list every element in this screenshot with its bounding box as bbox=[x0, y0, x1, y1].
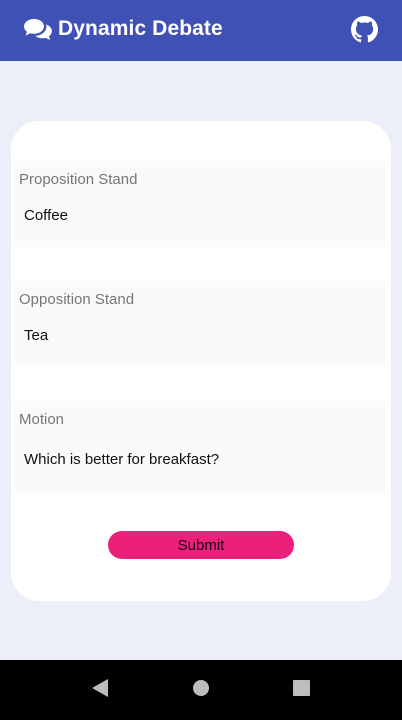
submit-button[interactable]: Submit bbox=[108, 531, 294, 559]
app-bar: Dynamic Debate bbox=[0, 0, 402, 61]
motion-input[interactable] bbox=[24, 449, 376, 469]
motion-field[interactable]: Motion bbox=[14, 401, 386, 493]
app-screen: Dynamic Debate Proposition Stand Opposit… bbox=[0, 0, 402, 720]
opposition-label: Opposition Stand bbox=[19, 291, 135, 308]
opposition-field[interactable]: Opposition Stand bbox=[14, 281, 386, 365]
home-circle-icon[interactable] bbox=[193, 680, 209, 696]
motion-label: Motion bbox=[19, 411, 65, 428]
proposition-input[interactable] bbox=[24, 205, 376, 225]
debate-form-card: Proposition Stand Opposition Stand Motio… bbox=[11, 121, 391, 601]
back-triangle-icon[interactable] bbox=[91, 678, 109, 698]
proposition-field[interactable]: Proposition Stand bbox=[14, 161, 386, 247]
recents-square-icon[interactable] bbox=[293, 680, 310, 696]
opposition-input[interactable] bbox=[24, 325, 376, 345]
app-title: Dynamic Debate bbox=[58, 17, 223, 40]
github-icon[interactable] bbox=[351, 16, 378, 43]
proposition-label: Proposition Stand bbox=[19, 171, 138, 188]
comments-icon bbox=[24, 19, 52, 40]
